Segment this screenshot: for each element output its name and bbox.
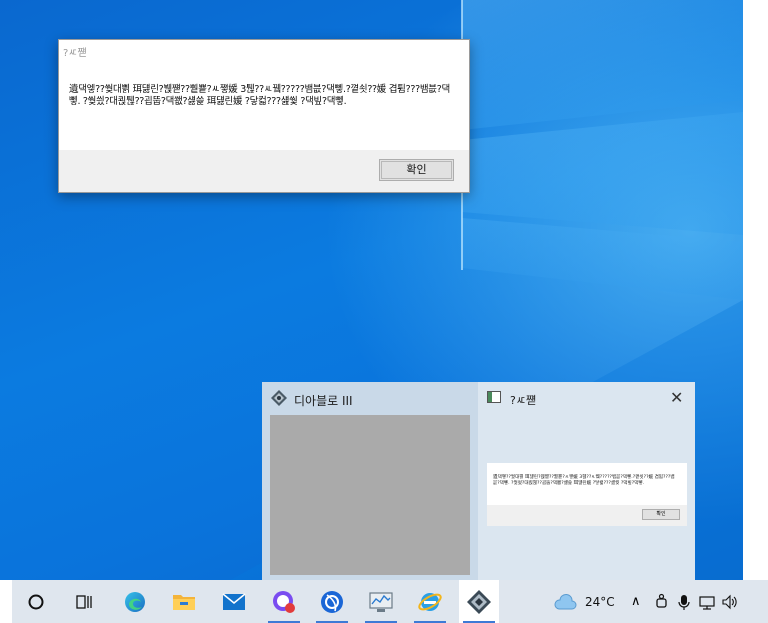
mail-button[interactable] (214, 580, 254, 623)
file-explorer-button[interactable] (164, 580, 204, 623)
diablo-icon (467, 589, 491, 614)
start-edge (0, 580, 12, 623)
diablo-taskbar-button[interactable] (459, 580, 499, 623)
thumbnail-ok-button: 확인 (642, 509, 680, 520)
dialog-title: ?ㅼ쨷 (63, 48, 87, 59)
task-view-button[interactable] (64, 580, 104, 623)
microphone-icon[interactable] (678, 593, 690, 611)
preview-title-dialog: ?ㅼ쨷 (510, 394, 537, 407)
cortana-icon (28, 594, 44, 609)
messenger-icon (273, 590, 295, 613)
folder-icon (173, 594, 195, 610)
mail-icon (222, 592, 246, 610)
internet-explorer-icon (418, 592, 442, 611)
battlenet-button[interactable] (312, 580, 352, 623)
internet-explorer-button[interactable] (410, 580, 450, 623)
screen-edge (743, 0, 768, 580)
window-icon (487, 391, 501, 403)
monitor-chart-icon (369, 591, 393, 612)
volume-icon[interactable] (722, 593, 738, 611)
ok-button[interactable]: 확인 (379, 159, 454, 181)
cloud-icon (554, 593, 577, 609)
error-dialog: ?ㅼ쨷 遺댁엫??쒖대쁽 珥덇린?붽쨷??쀁뿉?ㅻ쪟媛 3퉪??ㅻ뀈?????뱀… (58, 39, 470, 193)
edge-icon (125, 591, 145, 612)
cortana-button[interactable] (16, 580, 56, 623)
tray-chevron[interactable]: ∧ (631, 580, 641, 623)
close-icon[interactable]: ✕ (670, 388, 683, 408)
thumbnail-message: 遺댁엫??쒖대쁽 珥덇린?붽쨷??쀁뿉?ㅻ쪟媛 3퉪??ㅻ뀈?????뱀븞?댁뼇… (493, 475, 675, 486)
performance-monitor-button[interactable] (361, 580, 401, 623)
preview-thumbnail-dialog[interactable]: 遺댁엫??쒖대쁽 珥덇린?붽쨷??쀁뿉?ㅻ쪟媛 3퉪??ㅻ뀈?????뱀븞?댁뼇… (487, 463, 687, 526)
diablo-icon (271, 390, 287, 406)
preview-title-diablo: 디아블로 III (294, 394, 353, 408)
network-icon[interactable] (698, 593, 716, 611)
battlenet-icon (321, 590, 343, 613)
tray-icons (654, 580, 738, 623)
messenger-button[interactable] (264, 580, 304, 623)
task-view-icon (76, 594, 92, 609)
weather-temperature: 24°C (585, 594, 615, 609)
taskbar: 24°C ∧ (0, 580, 768, 623)
weather-widget[interactable]: 24°C (553, 580, 615, 623)
meet-now-icon[interactable] (654, 593, 670, 611)
preview-thumbnail-diablo[interactable] (270, 415, 470, 575)
dialog-message: 遺댁엫??쒖대쁽 珥덇린?붽쨷??쀁뿉?ㅻ쪟媛 3퉪??ㅻ뀈?????뱀븞?댁뼇… (69, 84, 450, 107)
edge-button[interactable] (115, 580, 155, 623)
